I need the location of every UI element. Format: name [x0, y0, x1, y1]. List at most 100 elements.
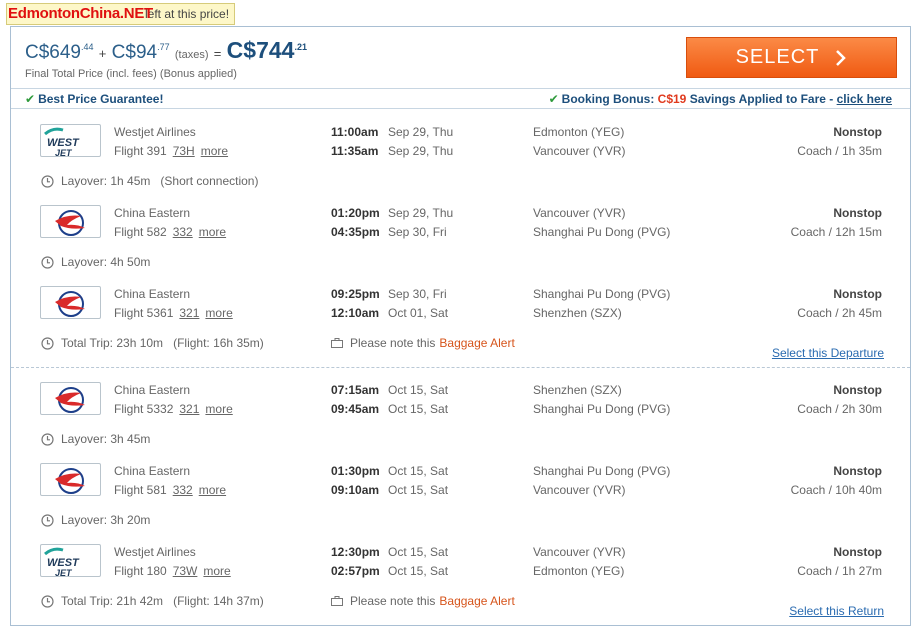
flight-number: Flight 582 332 more — [114, 225, 227, 239]
arrival-date: Oct 15, Sat — [388, 564, 449, 578]
clock-icon — [41, 174, 54, 188]
origin-airport: Shanghai Pu Dong (PVG) — [533, 464, 671, 478]
airline-name: Westjet Airlines — [114, 125, 196, 139]
leg-divider — [11, 367, 910, 368]
site-watermark: EdmontonChina.NET — [8, 5, 153, 22]
more-link[interactable]: more — [203, 564, 230, 578]
fare-result-card: C$649.44 + C$94.77 (taxes) = C$744.21 Fi… — [10, 26, 911, 626]
flight-segment: China Eastern Flight 5361 321 more 09:25pm… — [11, 286, 910, 326]
plus-sign: + — [98, 46, 107, 61]
westjet-logo: WEST JET — [40, 124, 101, 157]
svg-text:JET: JET — [55, 568, 73, 577]
arrival-time: 04:35pm — [331, 225, 380, 239]
final-price-note: Final Total Price (incl. fees) (Bonus ap… — [25, 68, 237, 80]
departure-time: 07:15am — [331, 383, 380, 397]
arrival-date: Oct 01, Sat — [388, 306, 449, 320]
origin-airport: Vancouver (YVR) — [533, 206, 626, 220]
select-return-link[interactable]: Select this Return — [789, 604, 884, 618]
flight-number: Flight 180 73W more — [114, 564, 231, 578]
clock-icon — [41, 594, 54, 608]
departure-time: 09:25pm — [331, 287, 380, 301]
origin-airport: Shenzhen (SZX) — [533, 383, 622, 397]
baggage-icon — [331, 338, 343, 348]
stops-label: Nonstop — [833, 383, 882, 397]
flight-number: Flight 5332 321 more — [114, 402, 233, 416]
svg-text:JET: JET — [55, 148, 73, 157]
more-link[interactable]: more — [199, 225, 226, 239]
aircraft-link[interactable]: 321 — [179, 402, 199, 416]
select-button-label: SELECT — [735, 46, 820, 68]
departure-date: Oct 15, Sat — [388, 545, 449, 559]
flight-number: Flight 581 332 more — [114, 483, 227, 497]
baggage-note: Please note this Baggage Alert — [331, 336, 515, 350]
stops-label: Nonstop — [833, 287, 882, 301]
stops-label: Nonstop — [833, 464, 882, 478]
more-link[interactable]: more — [205, 402, 232, 416]
arrival-date: Oct 15, Sat — [388, 402, 449, 416]
arrival-time: 09:10am — [331, 483, 380, 497]
destination-airport: Shenzhen (SZX) — [533, 306, 622, 320]
total-price: C$744.21 — [226, 37, 307, 63]
tax-amount: C$94.77 — [111, 42, 170, 63]
arrival-time: 11:35am — [331, 144, 379, 158]
cabin-duration: Coach / 2h 30m — [797, 402, 882, 416]
baggage-alert-link[interactable]: Baggage Alert — [439, 336, 514, 350]
destination-airport: Edmonton (YEG) — [533, 564, 625, 578]
flight-time: (Flight: 14h 37m) — [173, 594, 264, 608]
flight-segment: China Eastern Flight 581 332 more 01:30pm … — [11, 463, 910, 503]
destination-airport: Shanghai Pu Dong (PVG) — [533, 225, 671, 239]
select-button[interactable]: SELECT — [686, 37, 897, 78]
origin-airport: Vancouver (YVR) — [533, 545, 626, 559]
tax-label: (taxes) — [174, 49, 209, 61]
origin-airport: Shanghai Pu Dong (PVG) — [533, 287, 671, 301]
departure-time: 01:20pm — [331, 206, 380, 220]
aircraft-link[interactable]: 73H — [173, 144, 195, 158]
base-fare: C$649.44 — [25, 42, 94, 63]
more-link[interactable]: more — [205, 306, 232, 320]
departure-time: 12:30pm — [331, 545, 380, 559]
clock-icon — [41, 336, 54, 350]
airline-name: China Eastern — [114, 206, 191, 220]
price-breakdown: C$649.44 + C$94.77 (taxes) = C$744.21 — [25, 37, 307, 64]
booking-bonus: ✔ Booking Bonus: C$19 Savings Applied to … — [548, 92, 892, 106]
bonus-text: Savings Applied to Fare - — [689, 92, 834, 106]
click-here-link[interactable]: click here — [837, 92, 892, 106]
flight-segment: WEST JET Westjet Airlines Flight 391 73H mo… — [11, 124, 910, 164]
baggage-icon — [331, 596, 343, 606]
baggage-alert-link[interactable]: Baggage Alert — [439, 594, 514, 608]
airline-name: China Eastern — [114, 287, 191, 301]
aircraft-link[interactable]: 321 — [179, 306, 199, 320]
total-trip-info: Total Trip: 21h 42m (Flight: 14h 37m) — [41, 594, 264, 608]
flight-segment: China Eastern Flight 5332 321 more 07:15am… — [11, 382, 910, 422]
bonus-bar: ✔ Best Price Guarantee! ✔ Booking Bonus: C… — [11, 88, 910, 109]
layover-info: Layover: 1h 45m (Short connection) — [41, 174, 258, 188]
total-trip-time: Total Trip: 21h 42m — [61, 594, 164, 608]
best-price-guarantee: ✔ Best Price Guarantee! — [25, 92, 164, 106]
arrival-time: 12:10am — [331, 306, 380, 320]
arrival-time: 02:57pm — [331, 564, 380, 578]
aircraft-link[interactable]: 332 — [173, 483, 193, 497]
equals-sign: = — [213, 46, 222, 61]
china-eastern-logo — [40, 286, 101, 319]
destination-airport: Vancouver (YVR) — [533, 144, 626, 158]
stops-label: Nonstop — [833, 545, 882, 559]
select-departure-link[interactable]: Select this Departure — [772, 346, 884, 360]
arrival-date: Sep 30, Fri — [388, 225, 447, 239]
china-eastern-logo — [40, 205, 101, 238]
more-link[interactable]: more — [199, 483, 226, 497]
departure-time: 01:30pm — [331, 464, 380, 478]
cabin-duration: Coach / 10h 40m — [790, 483, 882, 497]
departure-date: Oct 15, Sat — [388, 383, 449, 397]
arrival-date: Sep 29, Thu — [388, 144, 454, 158]
clock-icon — [41, 255, 54, 269]
arrival-time: 09:45am — [331, 402, 380, 416]
aircraft-link[interactable]: 332 — [173, 225, 193, 239]
airline-name: Westjet Airlines — [114, 545, 196, 559]
more-link[interactable]: more — [201, 144, 228, 158]
short-connection-note: (Short connection) — [160, 174, 259, 188]
westjet-logo: WEST JET — [40, 544, 101, 577]
flight-segment: WEST JET Westjet Airlines Flight 180 73W mo… — [11, 544, 910, 584]
aircraft-link[interactable]: 73W — [173, 564, 198, 578]
departure-date: Sep 29, Thu — [388, 125, 454, 139]
airline-name: China Eastern — [114, 383, 191, 397]
